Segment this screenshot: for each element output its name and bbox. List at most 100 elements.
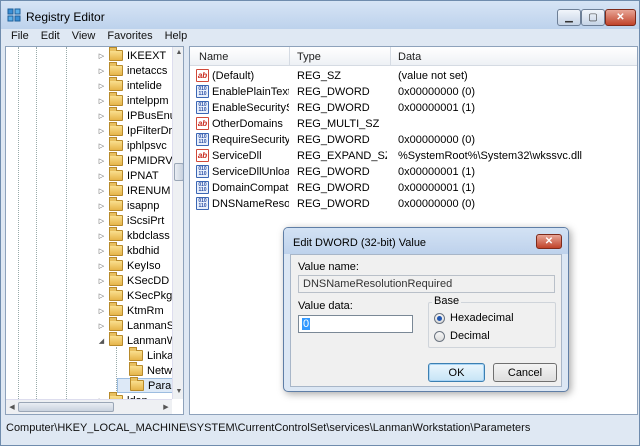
menu-help[interactable]: Help <box>159 29 194 45</box>
tree-item[interactable]: ▷ iScsiPrt <box>97 212 164 228</box>
column-separator[interactable] <box>289 47 290 66</box>
expand-arrow-icon[interactable]: ▷ <box>97 322 106 330</box>
decimal-radio[interactable] <box>434 330 445 342</box>
expand-arrow-icon[interactable]: ▷ <box>97 232 106 240</box>
value-row[interactable]: ab OtherDomains REG_MULTI_SZ <box>190 116 637 132</box>
folder-icon <box>109 167 123 181</box>
value-row[interactable]: ab ServiceDll REG_EXPAND_SZ %SystemRoot%\Sy… <box>190 148 637 164</box>
scroll-left-icon[interactable]: ◀ <box>6 403 18 411</box>
tree-item[interactable]: ▷ IKEEXT <box>97 47 167 63</box>
tree-vscroll-thumb[interactable] <box>174 163 183 181</box>
value-row[interactable]: ab (Default) REG_SZ (value not set) <box>190 68 637 84</box>
maximize-button[interactable]: ▢ <box>581 9 605 26</box>
tree-guide-line <box>36 47 37 399</box>
expand-arrow-icon[interactable]: ▷ <box>97 247 106 255</box>
title-bar[interactable]: Registry Editor ▁ ▢ ✕ <box>1 1 639 29</box>
expand-arrow-icon[interactable]: ▷ <box>97 112 106 120</box>
value-type: REG_DWORD <box>297 182 370 194</box>
expand-arrow-icon[interactable]: ▷ <box>97 127 106 135</box>
decimal-option[interactable]: Decimal <box>434 330 490 342</box>
tree-item[interactable]: ▷ intelide <box>97 77 162 93</box>
tree-item[interactable]: ▷ KtmRm <box>97 302 164 318</box>
value-data-input[interactable]: 0 <box>298 315 413 333</box>
key-tree-pane[interactable]: ▷ IKEEXT ▷ inetaccs ▷ intelide ▷ intelppm ▷ IPBus… <box>5 46 184 415</box>
value-row[interactable]: 010110EnableSecuritySi... REG_DWORD 0x0000… <box>190 100 637 116</box>
value-row[interactable]: 010110DNSNameResol... REG_DWORD 0x00000000… <box>190 196 637 212</box>
scroll-right-icon[interactable]: ▶ <box>160 403 172 411</box>
dialog-title-bar[interactable]: Edit DWORD (32-bit) Value ✕ <box>284 228 568 254</box>
dialog-close-button[interactable]: ✕ <box>536 234 562 249</box>
expand-arrow-icon[interactable]: ▷ <box>97 307 106 315</box>
expand-arrow-icon[interactable]: ▷ <box>97 142 106 150</box>
value-name: RequireSecurity... <box>212 134 289 146</box>
tree-item[interactable]: ▷ iphlpsvc <box>97 137 167 153</box>
tree-hscroll-thumb[interactable] <box>18 402 114 412</box>
tree-item[interactable]: ▷ kbdclass <box>97 227 170 243</box>
scroll-down-icon[interactable]: ▼ <box>173 388 183 395</box>
expand-arrow-icon[interactable]: ▷ <box>97 82 106 90</box>
expand-arrow-icon[interactable]: ▷ <box>97 67 106 75</box>
tree-guide-line <box>18 47 19 399</box>
hexadecimal-option[interactable]: Hexadecimal <box>434 312 514 324</box>
folder-icon <box>109 77 123 91</box>
expand-arrow-icon[interactable]: ▷ <box>97 187 106 195</box>
tree-item[interactable]: ▷ intelppm <box>97 92 169 108</box>
hexadecimal-radio[interactable] <box>434 312 445 324</box>
tree-item[interactable]: ▷ IPMIDRV <box>97 152 173 168</box>
window-title: Registry Editor <box>26 10 105 24</box>
column-header-data[interactable]: Data <box>398 51 421 63</box>
value-row[interactable]: 010110RequireSecurity... REG_DWORD 0x00000… <box>190 132 637 148</box>
minimize-button[interactable]: ▁ <box>557 9 581 26</box>
tree-item[interactable]: ▷ KSecDD <box>97 272 169 288</box>
hexadecimal-label: Hexadecimal <box>450 312 514 324</box>
tree-vertical-scrollbar[interactable]: ▲ ▼ <box>172 47 183 399</box>
tree-item[interactable]: ▷ isapnp <box>97 197 159 213</box>
value-row[interactable]: 010110EnablePlainText... REG_DWORD 0x00000… <box>190 84 637 100</box>
expand-arrow-icon[interactable]: ▷ <box>97 277 106 285</box>
tree-item[interactable]: ▷ KeyIso <box>97 257 161 273</box>
value-data: 0x00000000 (0) <box>398 134 476 146</box>
string-value-icon: ab <box>196 117 209 130</box>
tree-item[interactable]: ▷ LanmanSer <box>97 317 183 333</box>
tree-item[interactable]: ▷ IPBusEnum <box>97 107 183 123</box>
ok-button[interactable]: OK <box>428 363 485 382</box>
expand-arrow-icon[interactable]: ▷ <box>97 97 106 105</box>
expand-arrow-icon[interactable]: ▷ <box>97 172 106 180</box>
value-row[interactable]: 010110ServiceDllUnloa... REG_DWORD 0x00000… <box>190 164 637 180</box>
tree-item[interactable]: ▷ IPNAT <box>97 167 159 183</box>
close-button[interactable]: ✕ <box>605 9 636 26</box>
expand-arrow-icon[interactable]: ▷ <box>97 202 106 210</box>
folder-icon <box>130 377 144 391</box>
column-separator[interactable] <box>390 47 391 66</box>
menu-favorites[interactable]: Favorites <box>101 29 158 45</box>
tree-item[interactable]: ▷ KSecPkg <box>97 287 172 303</box>
scroll-up-icon[interactable]: ▲ <box>173 49 183 56</box>
cancel-button[interactable]: Cancel <box>493 363 557 382</box>
expand-arrow-icon[interactable]: ▷ <box>97 52 106 60</box>
base-group-label: Base <box>432 295 462 307</box>
tree-item[interactable]: ◢ LanmanWo <box>97 332 183 348</box>
menu-file[interactable]: File <box>5 29 35 45</box>
tree-item[interactable]: ▷ inetaccs <box>97 62 167 78</box>
value-name: EnableSecuritySi... <box>212 102 289 114</box>
expand-arrow-icon[interactable]: ▷ <box>97 262 106 270</box>
column-header-name[interactable]: Name <box>199 51 228 63</box>
tree-horizontal-scrollbar[interactable]: ◀ ▶ <box>6 399 172 414</box>
menu-edit[interactable]: Edit <box>35 29 66 45</box>
tree-item[interactable]: ▷ IpFilterDriv <box>97 122 180 138</box>
expand-arrow-icon[interactable]: ▷ <box>97 217 106 225</box>
value-data: (value not set) <box>398 70 468 82</box>
value-name: ServiceDll <box>212 150 262 162</box>
expand-arrow-icon[interactable]: ◢ <box>97 337 106 345</box>
value-row[interactable]: 010110DomainCompat... REG_DWORD 0x00000001… <box>190 180 637 196</box>
menu-view[interactable]: View <box>66 29 102 45</box>
column-header-type[interactable]: Type <box>297 51 321 63</box>
expand-arrow-icon[interactable]: ▷ <box>97 292 106 300</box>
tree-item[interactable]: ▷ IRENUM <box>97 182 170 198</box>
expand-arrow-icon[interactable]: ▷ <box>97 157 106 165</box>
list-header: Name Type Data <box>190 47 637 66</box>
decimal-label: Decimal <box>450 330 490 342</box>
folder-icon <box>109 332 123 346</box>
tree-item[interactable]: ▷ kbdhid <box>97 242 159 258</box>
tree-item-label: IKEEXT <box>127 49 167 62</box>
